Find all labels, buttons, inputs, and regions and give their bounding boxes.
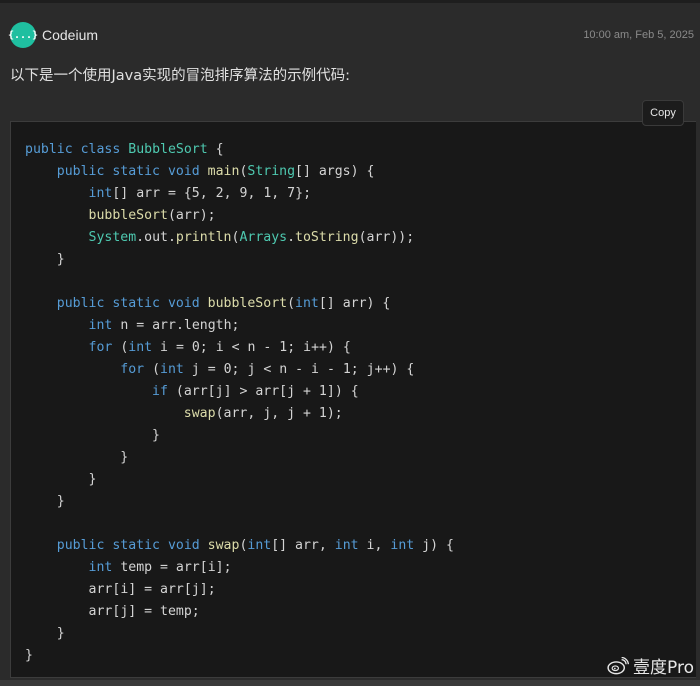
app-name: Codeium [42,27,99,43]
message-timestamp: 10:00 am, Feb 5, 2025 [583,29,694,41]
watermark-text: 壹度Pro [633,658,694,678]
code-line: for (int i = 0; i < n - 1; i++) { [88,340,351,355]
code-line: System.out.println(Arrays.toString(arr))… [88,230,415,245]
code-line: swap(arr, j, j + 1); [183,406,343,421]
code-line: bubbleSort(arr); [88,208,216,223]
bottom-divider [0,680,700,686]
code-line: public static void main(String[] args) { [56,164,375,179]
code-line: int n = arr.length; [88,318,240,333]
code-line: public static void bubbleSort(int[] arr)… [56,296,391,311]
code-line: public class BubbleSort { [25,142,224,157]
message-intro-text: 以下是一个使用Java实现的冒泡排序算法的示例代码: [10,68,351,84]
code-line: arr[j] = temp; [88,604,200,619]
code-line: } [88,472,97,487]
watermark: 壹度Pro [607,653,694,678]
codeium-logo-icon: {...} [8,22,38,48]
top-divider [0,0,700,3]
code-line: arr[i] = arr[j]; [88,582,216,597]
code-line: } [56,252,65,267]
code-block[interactable]: public class BubbleSort { public static … [10,121,696,678]
copy-button[interactable]: Copy [642,100,684,126]
code-line: for (int j = 0; j < n - i - 1; j++) { [120,362,415,377]
code-line: int[] arr = {5, 2, 9, 1, 7}; [88,186,312,201]
code-line: int temp = arr[i]; [88,560,232,575]
code-line: } [56,494,65,509]
code-line: } [25,648,33,663]
code-line: } [56,626,65,641]
code-line: } [152,428,160,443]
code-line: public static void swap(int[] arr, int i… [56,538,454,553]
message-header: {...} Codeium 10:00 am, Feb 5, 2025 [8,22,694,50]
code-line: } [120,450,129,465]
code-content[interactable]: public class BubbleSort { public static … [25,139,454,667]
code-line: if (arr[j] > arr[j + 1]) { [152,384,359,399]
weibo-icon [607,656,630,674]
